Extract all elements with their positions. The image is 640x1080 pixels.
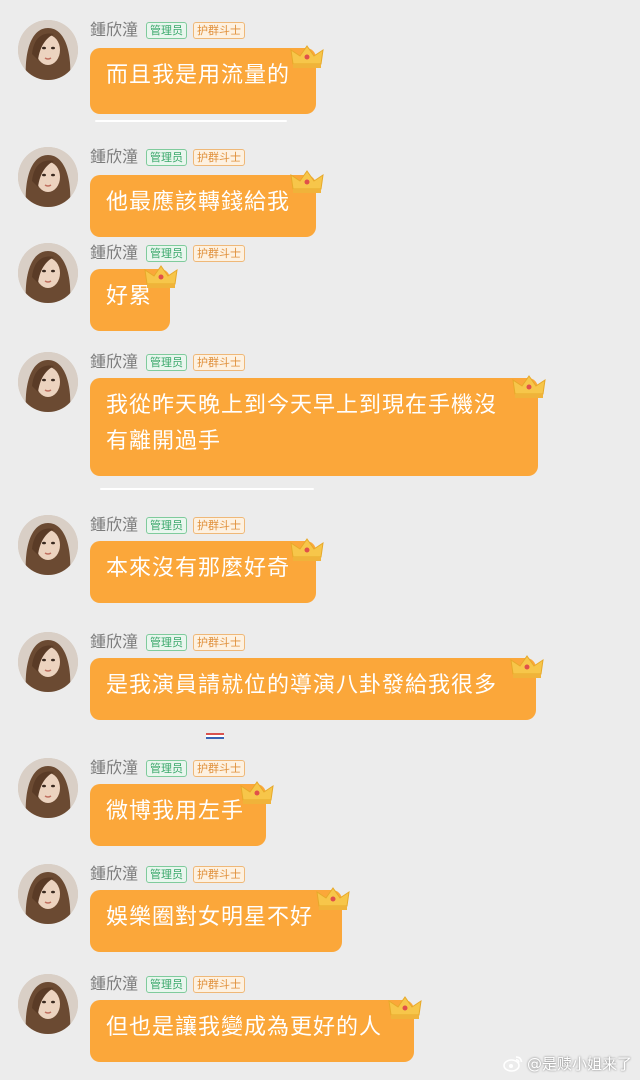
- guard-badge: 护群斗士: [193, 759, 246, 777]
- message-bubble[interactable]: 他最應該轉錢給我: [90, 175, 316, 237]
- admin-badge: 管理员: [146, 633, 188, 651]
- guard-badge: 护群斗士: [193, 353, 246, 371]
- guard-badge: 护群斗士: [193, 148, 246, 166]
- message-bubble[interactable]: 但也是讓我變成為更好的人: [90, 1000, 414, 1062]
- sender-name[interactable]: 鍾欣潼: [90, 758, 138, 778]
- guard-badge: 护群斗士: [193, 865, 246, 883]
- message-meta: 鍾欣潼 管理员 护群斗士: [90, 515, 246, 535]
- avatar[interactable]: [18, 147, 78, 207]
- divider: [100, 488, 314, 490]
- message-bubble[interactable]: 是我演員請就位的導演八卦發給我很多: [90, 658, 536, 720]
- sender-name[interactable]: 鍾欣潼: [90, 147, 138, 167]
- sender-name[interactable]: 鍾欣潼: [90, 20, 138, 40]
- message-meta: 鍾欣潼 管理员 护群斗士: [90, 632, 246, 652]
- guard-badge: 护群斗士: [193, 975, 246, 993]
- admin-badge: 管理员: [146, 21, 188, 39]
- avatar[interactable]: [18, 864, 78, 924]
- message-bubble[interactable]: 娛樂圈對女明星不好: [90, 890, 342, 952]
- sender-name[interactable]: 鍾欣潼: [90, 352, 138, 372]
- crown-icon: [512, 375, 546, 398]
- crown-icon: [290, 170, 324, 193]
- admin-badge: 管理员: [146, 148, 188, 166]
- watermark: @是赎小姐来了: [503, 1053, 632, 1074]
- avatar[interactable]: [18, 632, 78, 692]
- watermark-text: @是赎小姐来了: [526, 1055, 632, 1073]
- crown-icon: [316, 887, 350, 910]
- admin-badge: 管理员: [146, 353, 188, 371]
- message-bubble[interactable]: 而且我是用流量的: [90, 48, 316, 114]
- sender-name[interactable]: 鍾欣潼: [90, 515, 138, 535]
- avatar[interactable]: [18, 515, 78, 575]
- message-bubble[interactable]: 本來沒有那麼好奇: [90, 541, 316, 603]
- admin-badge: 管理员: [146, 244, 188, 262]
- crown-icon: [290, 45, 324, 68]
- admin-badge: 管理员: [146, 975, 188, 993]
- message-meta: 鍾欣潼 管理员 护群斗士: [90, 147, 246, 167]
- message-meta: 鍾欣潼 管理员 护群斗士: [90, 864, 246, 884]
- admin-badge: 管理员: [146, 516, 188, 534]
- crown-icon: [144, 265, 178, 288]
- crown-icon: [388, 996, 422, 1019]
- message-meta: 鍾欣潼 管理员 护群斗士: [90, 243, 246, 263]
- crown-icon: [510, 655, 544, 678]
- sender-name[interactable]: 鍾欣潼: [90, 974, 138, 994]
- flag-icon: [206, 733, 224, 739]
- admin-badge: 管理员: [146, 865, 188, 883]
- avatar[interactable]: [18, 974, 78, 1034]
- sender-name[interactable]: 鍾欣潼: [90, 632, 138, 652]
- message-meta: 鍾欣潼 管理员 护群斗士: [90, 352, 246, 372]
- sender-name[interactable]: 鍾欣潼: [90, 864, 138, 884]
- avatar[interactable]: [18, 243, 78, 303]
- weibo-icon: [503, 1056, 523, 1072]
- guard-badge: 护群斗士: [193, 516, 246, 534]
- guard-badge: 护群斗士: [193, 21, 246, 39]
- guard-badge: 护群斗士: [193, 244, 246, 262]
- admin-badge: 管理员: [146, 759, 188, 777]
- crown-icon: [240, 781, 274, 804]
- avatar[interactable]: [18, 20, 78, 80]
- message-meta: 鍾欣潼 管理员 护群斗士: [90, 974, 246, 994]
- guard-badge: 护群斗士: [193, 633, 246, 651]
- avatar[interactable]: [18, 758, 78, 818]
- avatar[interactable]: [18, 352, 78, 412]
- divider: [95, 120, 287, 122]
- message-meta: 鍾欣潼 管理员 护群斗士: [90, 758, 246, 778]
- message-meta: 鍾欣潼 管理员 护群斗士: [90, 20, 246, 40]
- sender-name[interactable]: 鍾欣潼: [90, 243, 138, 263]
- crown-icon: [290, 538, 324, 561]
- message-bubble[interactable]: 我從昨天晚上到今天早上到現在手機沒 有離開過手: [90, 378, 538, 476]
